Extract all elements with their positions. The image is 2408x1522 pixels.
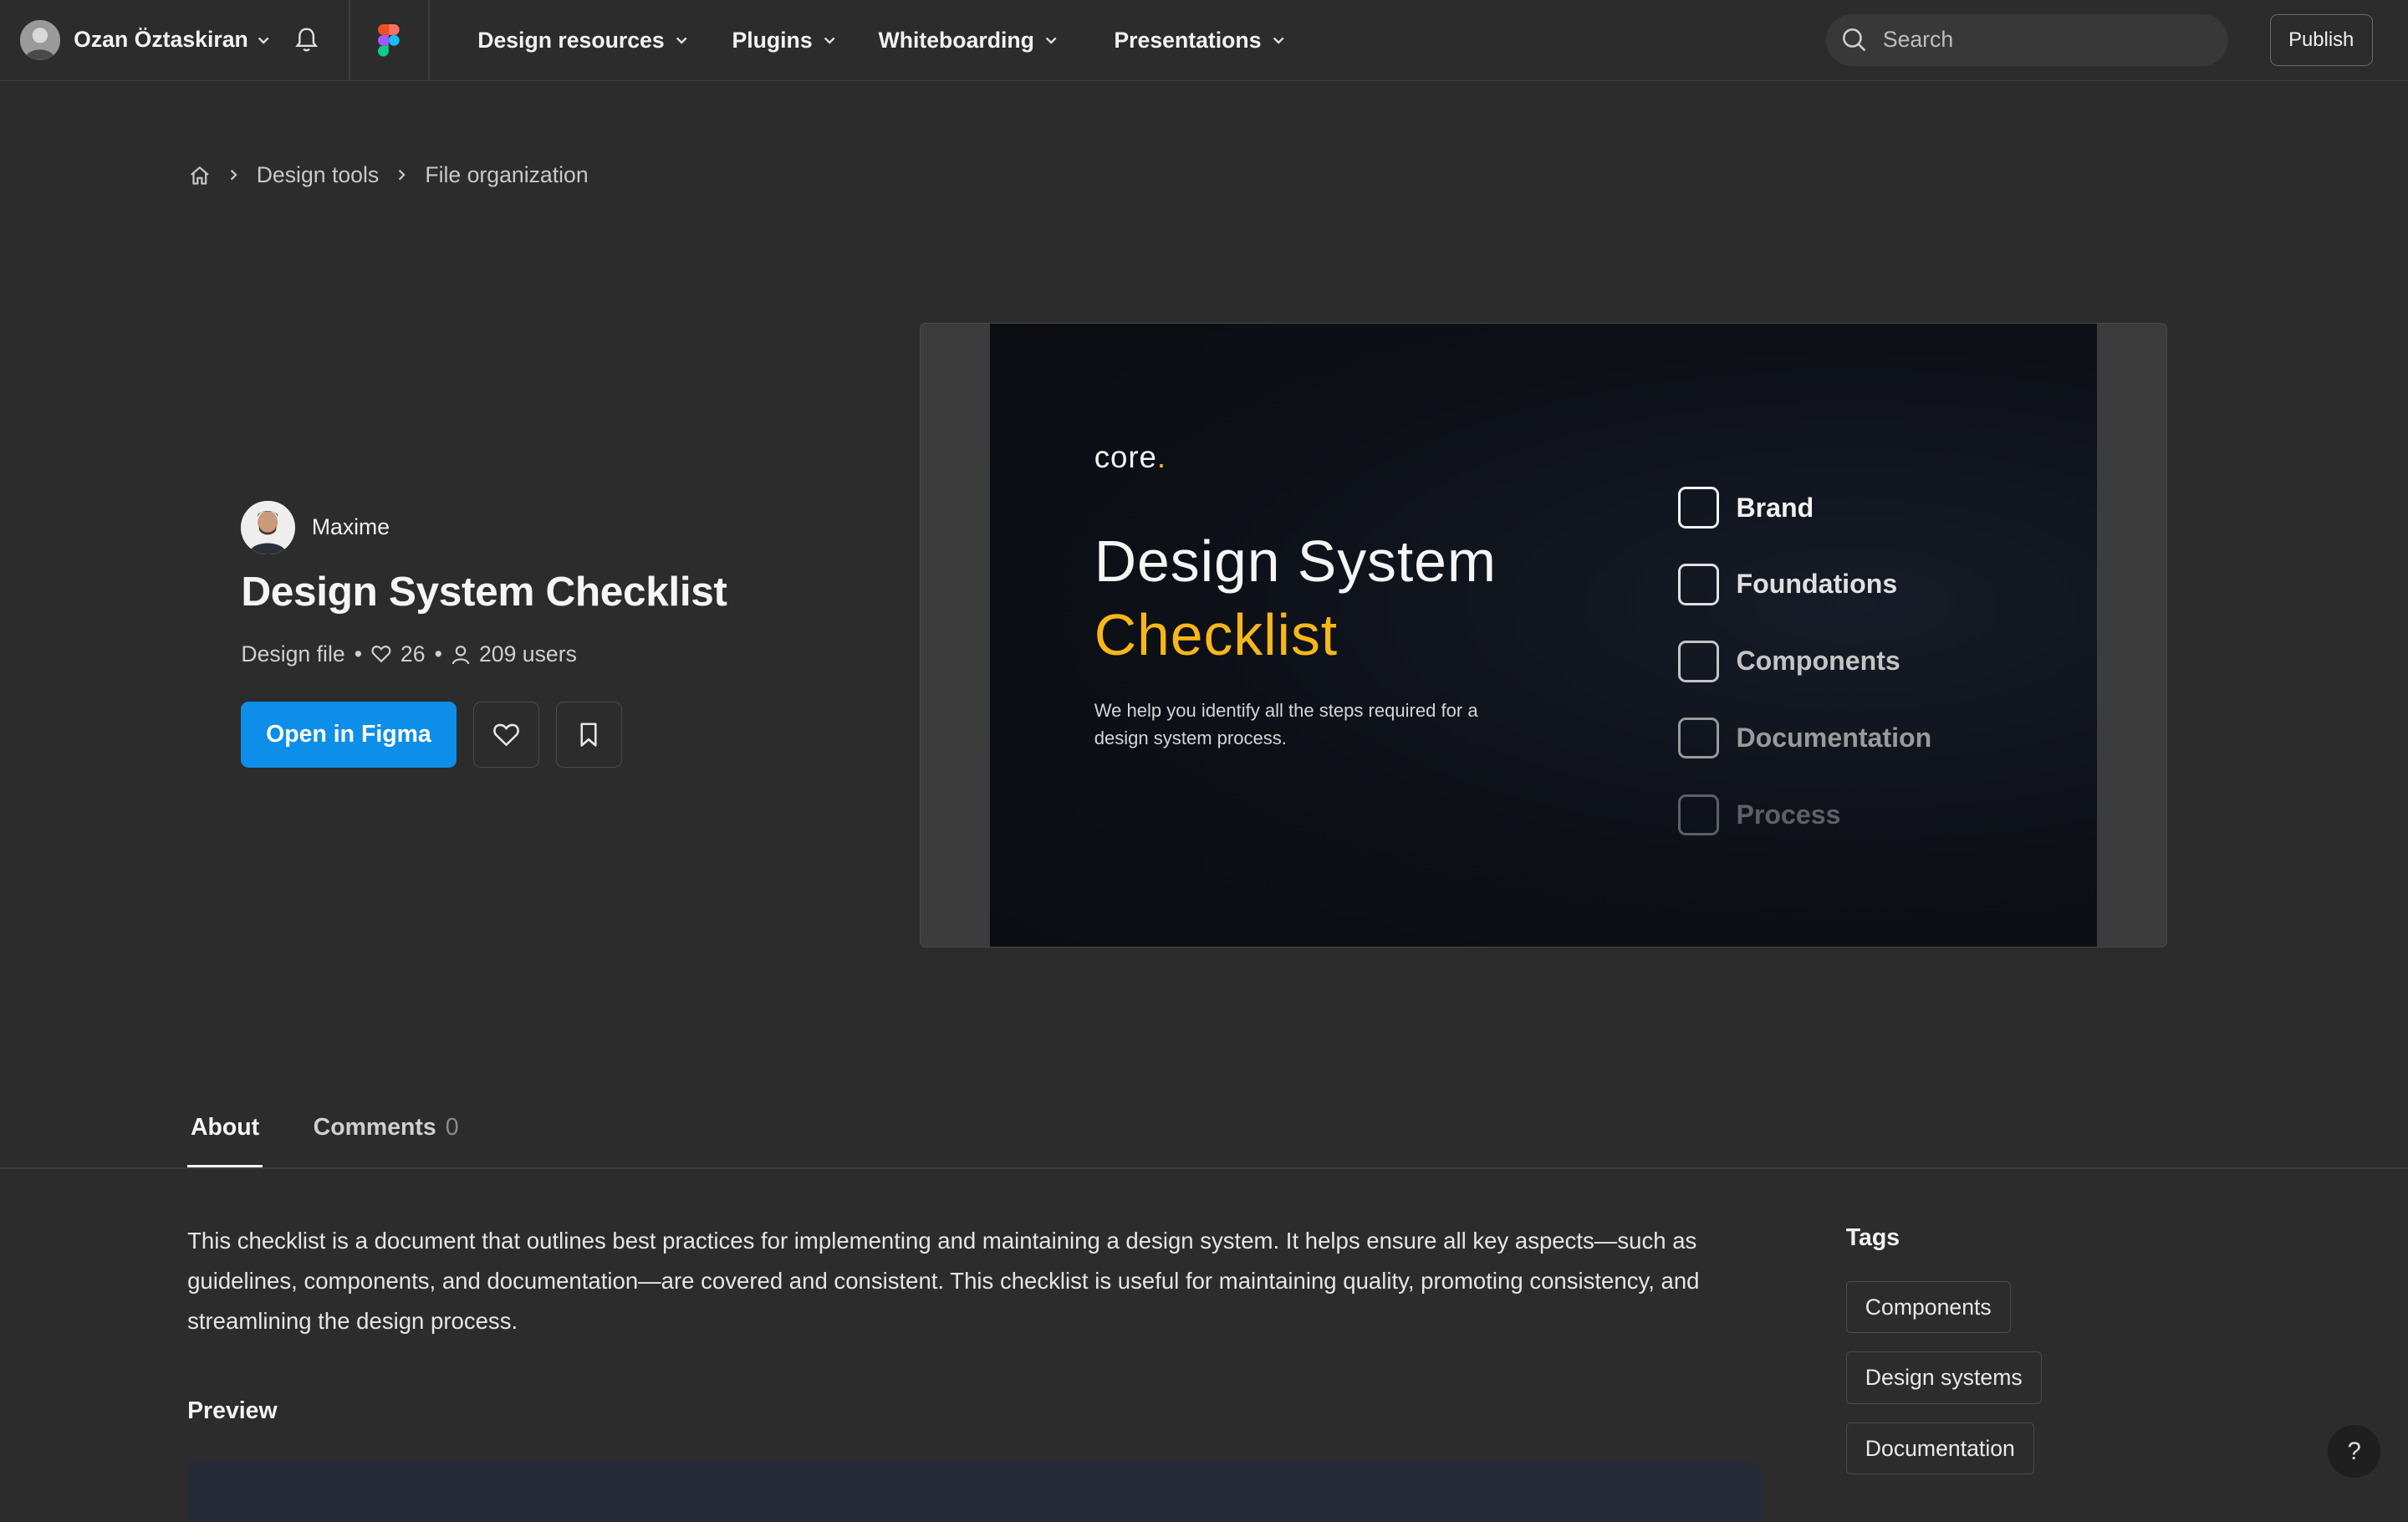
chevron-right-icon — [395, 167, 408, 182]
tag-documentation[interactable]: Documentation — [1845, 1422, 2034, 1475]
comments-count: 0 — [445, 1113, 459, 1141]
user-name: Ozan Öztaskiran — [74, 27, 248, 53]
user-menu[interactable]: Ozan Öztaskiran — [19, 19, 271, 60]
resource-meta: Design file • 26 • 209 users — [241, 639, 577, 670]
tabs-divider — [0, 1167, 2408, 1169]
checklist-label: Documentation — [1736, 723, 1932, 753]
nav-design-resources[interactable]: Design resources — [477, 28, 689, 54]
home-icon[interactable] — [189, 165, 211, 186]
heart-icon — [492, 723, 520, 747]
chevron-down-icon — [822, 33, 837, 48]
nav-label: Presentations — [1114, 28, 1262, 54]
heart-icon — [371, 645, 391, 663]
checkbox-icon — [1677, 487, 1720, 529]
user-icon — [452, 645, 470, 665]
checklist-item: Foundations — [1677, 546, 1932, 623]
preview-heading: Preview — [187, 1397, 278, 1425]
user-avatar — [19, 19, 60, 60]
author-avatar — [241, 500, 295, 555]
nav-label: Plugins — [732, 28, 813, 54]
checkbox-icon — [1677, 717, 1720, 759]
nav-whiteboarding[interactable]: Whiteboarding — [879, 28, 1059, 54]
chevron-down-icon — [256, 33, 271, 48]
top-bar: Ozan Öztaskiran Design resources Plugins — [0, 0, 2408, 82]
main-nav: Design resources Plugins Whiteboarding P… — [477, 0, 1329, 81]
checkbox-icon — [1677, 640, 1720, 682]
slide-logo: core. — [1094, 440, 1166, 475]
page-title: Design System Checklist — [241, 567, 727, 615]
checklist-label: Brand — [1736, 492, 1814, 523]
divider — [348, 0, 350, 82]
bookmark-button[interactable] — [555, 702, 622, 769]
publish-button[interactable]: Publish — [2269, 13, 2373, 66]
slide-logo-text: core — [1094, 440, 1157, 475]
like-count: 26 — [400, 641, 426, 667]
search-bar[interactable] — [1825, 13, 2229, 66]
tag-components[interactable]: Components — [1845, 1280, 2011, 1334]
tab-comments[interactable]: Comments 0 — [314, 1109, 459, 1167]
cover-slide: core. Design System Checklist We help yo… — [989, 323, 2098, 947]
tabs: About Comments 0 — [187, 1109, 459, 1167]
breadcrumb-file-organization[interactable]: File organization — [425, 162, 588, 188]
checklist-item: Components — [1677, 623, 1932, 700]
checkbox-icon — [1677, 564, 1720, 605]
checklist-item: Process — [1677, 777, 1932, 854]
separator-dot: • — [434, 641, 442, 667]
search-icon — [1841, 27, 1867, 53]
slide-checklist: Brand Foundations Components Documentati… — [1677, 469, 1932, 854]
description: This checklist is a document that outlin… — [187, 1228, 1700, 1334]
help-button[interactable]: ? — [2328, 1425, 2380, 1478]
tab-about[interactable]: About — [187, 1109, 263, 1167]
chevron-down-icon — [1043, 33, 1059, 48]
preview-image — [187, 1460, 1762, 1522]
checklist-label: Process — [1736, 799, 1841, 830]
chevron-right-icon — [227, 167, 240, 182]
like-button[interactable] — [472, 702, 539, 769]
breadcrumb-design-tools[interactable]: Design tools — [257, 162, 380, 188]
author[interactable]: Maxime — [241, 500, 390, 555]
user-count: 209 users — [478, 641, 577, 667]
slide-title-line1: Design System — [1094, 528, 1497, 594]
bookmark-icon — [579, 722, 598, 748]
separator-dot: • — [354, 641, 363, 667]
figma-logo-icon[interactable] — [377, 24, 400, 57]
open-in-figma-button[interactable]: Open in Figma — [241, 702, 457, 769]
checklist-label: Foundations — [1736, 569, 1898, 600]
chevron-down-icon — [1271, 33, 1286, 48]
checklist-item: Documentation — [1677, 700, 1932, 777]
slide-subtitle: We help you identify all the steps requi… — [1094, 700, 1478, 749]
bell-icon[interactable] — [293, 26, 319, 54]
search-input[interactable] — [1880, 25, 2202, 55]
nav-label: Whiteboarding — [878, 28, 1034, 54]
resource-type: Design file — [241, 641, 345, 667]
divider — [428, 0, 431, 82]
cover-preview[interactable]: core. Design System Checklist We help yo… — [920, 322, 2167, 948]
nav-presentations[interactable]: Presentations — [1114, 28, 1285, 54]
author-name: Maxime — [311, 514, 390, 540]
nav-label: Design resources — [477, 28, 665, 54]
breadcrumb: Design tools File organization — [189, 160, 589, 191]
checklist-label: Components — [1736, 646, 1900, 677]
checkbox-icon — [1677, 794, 1720, 836]
nav-plugins[interactable]: Plugins — [732, 28, 837, 54]
slide-title-line2: Checklist — [1094, 602, 1339, 668]
chevron-down-icon — [674, 33, 689, 48]
tags-heading: Tags — [1845, 1223, 1900, 1251]
checklist-item: Brand — [1677, 469, 1932, 546]
tag-design-systems[interactable]: Design systems — [1845, 1351, 2042, 1404]
slide-logo-dot: . — [1156, 440, 1166, 475]
tab-comments-label: Comments — [313, 1113, 436, 1141]
